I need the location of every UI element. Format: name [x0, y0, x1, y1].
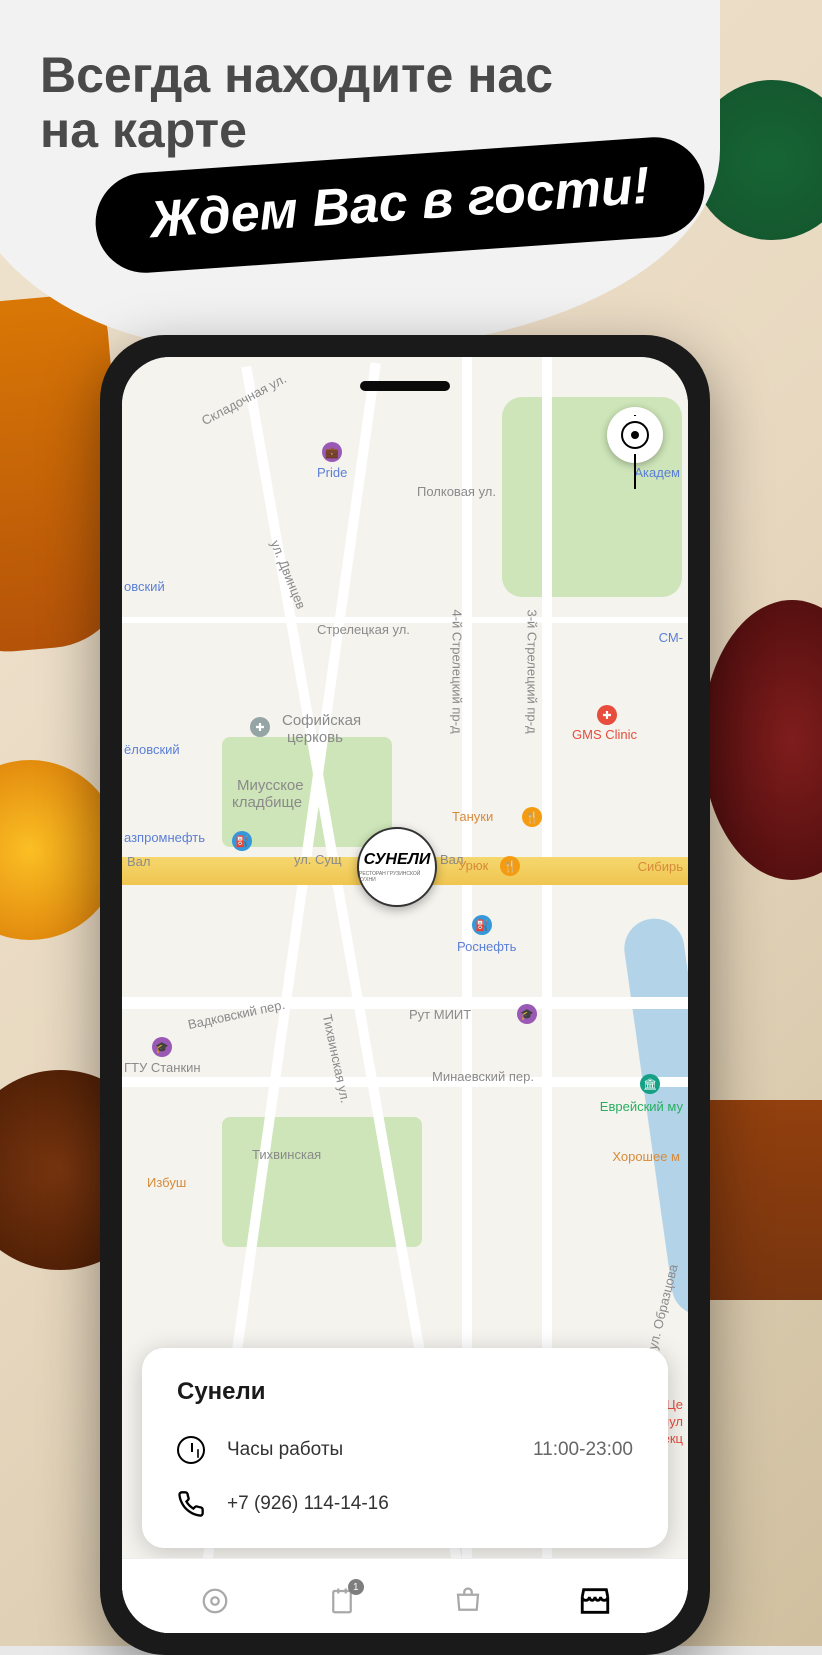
- map-label-khoroshee: Хорошее м: [612, 1149, 680, 1164]
- info-card[interactable]: Сунели Часы работы 11:00-23:00 +7 (926) …: [142, 1348, 668, 1548]
- hours-label: Часы работы: [227, 1439, 511, 1461]
- map-label-uruk: Урюк: [458, 858, 488, 873]
- map-label-cm: СМ-: [659, 630, 683, 645]
- restaurant-pin[interactable]: СУНЕЛИ РЕСТОРАН ГРУЗИНСКОЙ КУХНИ: [357, 827, 437, 907]
- map-label-rosneft: Роснефть: [457, 939, 516, 954]
- nav-cart[interactable]: [450, 1583, 486, 1619]
- map-label-pride: Pride: [317, 465, 347, 480]
- map-label-tikhvinskaya: Тихвинская: [252, 1147, 321, 1162]
- brand-pin-label: СУНЕЛИ: [364, 851, 431, 869]
- map-label-gazpromneft: азпромнефть: [124, 830, 205, 845]
- map-label-tanuki: Тануки: [452, 809, 493, 824]
- map-label-strel4: 4-й Стрелецкий пр-д: [450, 610, 465, 734]
- poi-stankin-icon[interactable]: 🎓: [152, 1037, 172, 1057]
- map-label-rutmiit: Рут МИИТ: [409, 1007, 471, 1022]
- phone-number: +7 (926) 114-14-16: [227, 1493, 633, 1515]
- headline-line1: Всегда находите нас: [40, 48, 553, 103]
- poi-miit-icon[interactable]: 🎓: [517, 1004, 537, 1024]
- headline: Всегда находите нас на карте: [40, 48, 553, 158]
- map-label-minaev: Минаевский пер.: [432, 1069, 534, 1084]
- hours-row: Часы работы 11:00-23:00: [177, 1436, 633, 1464]
- map-label-gms: GMS Clinic: [572, 727, 637, 742]
- map-label-elovskiy: ёловский: [124, 742, 180, 757]
- map-label-stankin: ГТУ Станкин: [124, 1060, 201, 1075]
- map-label-ftizio1: Це: [666, 1397, 683, 1412]
- poi-gas1-icon[interactable]: ⛽: [232, 831, 252, 851]
- hours-value: 11:00-23:00: [533, 1439, 633, 1461]
- map-label-sushval: ул. Сущ: [294, 852, 342, 867]
- nav-badge: 1: [348, 1579, 364, 1595]
- nav-orders[interactable]: 1: [324, 1583, 360, 1619]
- poi-church-icon[interactable]: ✚: [250, 717, 270, 737]
- nav-store[interactable]: [577, 1583, 613, 1619]
- map-label-tikhvinskaya-ul: Тихвинская ул.: [320, 1013, 353, 1104]
- map-label-streletskaya: Стрелецкая ул.: [317, 622, 410, 637]
- map-label-polkovaya: Полковая ул.: [417, 484, 496, 499]
- clock-icon: [177, 1436, 205, 1464]
- phone-screen: 💼 Pride Полковая ул. Академ Складочная у…: [122, 357, 688, 1633]
- restaurant-name: Сунели: [177, 1378, 633, 1406]
- map-label-akadem: Академ: [634, 465, 680, 480]
- poi-rosneft-icon[interactable]: ⛽: [472, 915, 492, 935]
- map-label-obraztsova: ул. Образцова: [645, 1263, 681, 1351]
- map-label-val: Вал: [127, 854, 151, 869]
- map-label-strel3: 3-й Стрелецкий пр-д: [525, 610, 540, 734]
- map-label-sibir: Сибирь: [638, 859, 683, 874]
- phone-icon: [177, 1490, 205, 1518]
- nav-location[interactable]: [197, 1583, 233, 1619]
- poi-gms-icon[interactable]: ✚: [597, 705, 617, 725]
- map-label-miusskoe1: Миусское: [237, 777, 304, 794]
- poi-tanuki-icon[interactable]: 🍴: [522, 807, 542, 827]
- bottom-nav: 1: [122, 1558, 688, 1633]
- poi-pride-icon[interactable]: 💼: [322, 442, 342, 462]
- crosshair-icon: [621, 421, 649, 449]
- map-label-sofiyskaya1: Софийская: [282, 712, 361, 729]
- map-label-izbu: Избуш: [147, 1175, 186, 1190]
- poi-uruk-icon[interactable]: 🍴: [500, 856, 520, 876]
- brand-pin-sub: РЕСТОРАН ГРУЗИНСКОЙ КУХНИ: [359, 871, 435, 883]
- map-label-hovskiy: овский: [124, 579, 165, 594]
- poi-museum-icon[interactable]: 🏛: [640, 1074, 660, 1094]
- phone-row[interactable]: +7 (926) 114-14-16: [177, 1490, 633, 1518]
- phone-speaker: [360, 381, 450, 391]
- map-label-sofiyskaya2: церковь: [287, 729, 343, 746]
- phone-frame: 💼 Pride Полковая ул. Академ Складочная у…: [100, 335, 710, 1655]
- map-label-miusskoe2: кладбище: [232, 794, 302, 811]
- locate-button[interactable]: [607, 407, 663, 463]
- map-label-evrey1: Еврейский му: [600, 1099, 683, 1114]
